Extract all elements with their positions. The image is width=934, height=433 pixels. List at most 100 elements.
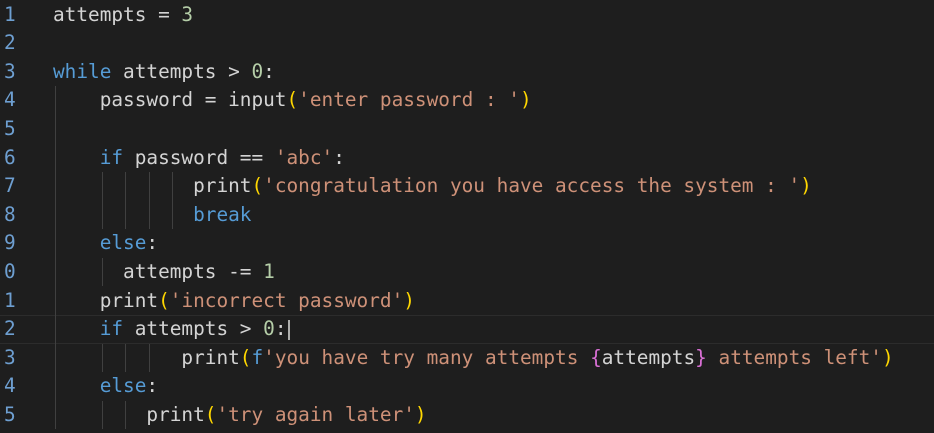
line-number: 9	[4, 231, 16, 255]
code-token: 3	[181, 2, 194, 26]
indent-guide	[172, 172, 173, 230]
code-token: 1	[263, 259, 275, 283]
code-text: if attempts > 0:	[53, 316, 290, 343]
code-line[interactable]: 9 else:	[0, 229, 934, 258]
line-number: 3	[4, 345, 16, 369]
code-text: if password == 'abc':	[53, 144, 345, 173]
code-text: print(f'you have try many attempts {atte…	[53, 344, 894, 373]
code-token: print	[53, 174, 252, 198]
code-token: (	[251, 174, 264, 198]
code-line[interactable]: 1 attempts = 3	[0, 1, 934, 30]
code-text: attempts = 3	[53, 1, 193, 30]
code-text: else:	[53, 229, 158, 258]
code-token: 'you have try many attempts	[263, 345, 591, 369]
line-number: 3	[4, 59, 16, 83]
code-line[interactable]: 6 if password == 'abc':	[0, 144, 934, 173]
code-token: password ==	[123, 145, 275, 169]
code-token: else	[99, 231, 147, 255]
line-number: 2	[4, 317, 16, 341]
code-token: )	[519, 88, 532, 112]
code-line[interactable]: 3 while attempts > 0:	[0, 58, 934, 87]
indent-guide	[101, 172, 103, 230]
code-editor[interactable]: 1 attempts = 3 2 3 while attempts > 0: 4 pass…	[0, 0, 934, 433]
line-number: 1	[4, 2, 16, 26]
code-line[interactable]: 2 if attempts > 0:	[0, 315, 934, 344]
code-token: )	[414, 402, 427, 426]
indent-guide	[101, 257, 103, 287]
code-token: if	[99, 317, 124, 341]
code-token: password = input	[53, 88, 287, 112]
line-number: 4	[4, 374, 16, 398]
code-token: }	[695, 345, 707, 369]
code-line[interactable]: 4 else:	[0, 372, 934, 401]
code-token: )	[881, 345, 894, 369]
indent-guide	[148, 172, 150, 230]
line-number: 8	[4, 202, 16, 226]
code-line[interactable]: 2	[0, 29, 934, 58]
line-number: 4	[4, 88, 16, 112]
code-line[interactable]: 4 password = input('enter password : ')	[0, 86, 934, 115]
line-number: 7	[4, 174, 16, 198]
code-line[interactable]: 5	[0, 115, 934, 144]
code-line[interactable]: 5 print('try again later')	[0, 401, 934, 430]
indent-guide	[148, 343, 150, 373]
code-token: :	[263, 59, 275, 83]
code-text: while attempts > 0:	[53, 58, 275, 87]
text-cursor	[287, 319, 290, 340]
code-token: 0	[263, 317, 275, 341]
code-token: attempts >	[123, 317, 264, 341]
code-token: :	[333, 145, 345, 169]
code-token: (	[286, 88, 299, 112]
indent-guide	[125, 172, 127, 230]
line-number: 2	[4, 31, 16, 55]
code-text: print('congratulation you have access th…	[53, 172, 812, 201]
code-token: (	[158, 288, 170, 312]
code-token: attempts =	[53, 2, 182, 26]
code-line[interactable]: 1 print('incorrect password')	[0, 287, 934, 316]
line-number: 5	[4, 116, 16, 140]
line-number: 1	[4, 288, 16, 312]
indent-guide	[101, 343, 103, 373]
indent-guide	[55, 86, 56, 430]
code-token: 'incorrect password'	[169, 288, 404, 312]
code-token: if	[99, 145, 124, 169]
code-token: {	[590, 345, 602, 369]
code-line[interactable]: 3 print(f'you have try many attempts {at…	[0, 344, 934, 373]
code-token: (	[204, 402, 217, 426]
code-token: 'try again later'	[216, 402, 415, 426]
code-token: :	[274, 317, 287, 341]
code-text: break	[53, 201, 251, 230]
code-token: 'abc'	[274, 145, 334, 169]
indent-guide	[125, 343, 127, 373]
code-token: print	[53, 345, 240, 369]
code-token: attempts >	[111, 59, 252, 83]
code-text: else:	[53, 372, 158, 401]
code-token: print	[53, 288, 159, 312]
indent-guide	[125, 400, 127, 430]
code-text: attempts -= 1	[53, 258, 275, 287]
code-text: password = input('enter password : ')	[53, 86, 532, 115]
code-token: f	[251, 345, 264, 369]
code-token: print	[53, 402, 205, 426]
code-token: attempts left'	[706, 345, 882, 369]
code-line[interactable]: 7 print('congratulation you have access …	[0, 172, 934, 201]
code-token: 'enter password : '	[298, 88, 520, 112]
line-number: 6	[4, 145, 16, 169]
code-line[interactable]: 0 attempts -= 1	[0, 258, 934, 287]
code-token: else	[99, 374, 147, 398]
code-token: while	[53, 59, 112, 83]
code-token: )	[403, 288, 415, 312]
code-token: 0	[251, 59, 264, 83]
code-line[interactable]: 8 break	[0, 201, 934, 230]
code-token: attempts -=	[53, 259, 264, 283]
code-token: :	[146, 374, 159, 398]
code-token: break	[193, 202, 252, 226]
line-number: 5	[4, 402, 16, 426]
code-token: )	[800, 174, 812, 198]
code-token: :	[146, 231, 159, 255]
code-token: attempts	[601, 345, 696, 369]
